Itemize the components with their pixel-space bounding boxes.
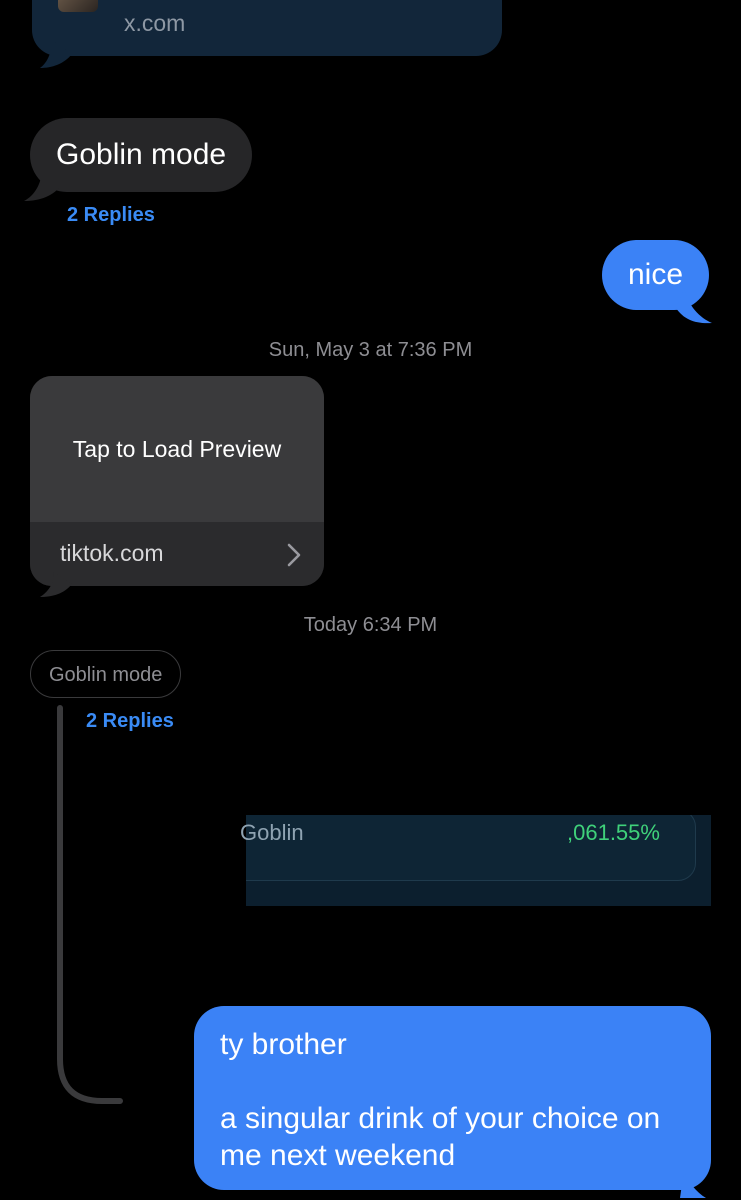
link-preview-bubble-x[interactable] (32, 0, 502, 56)
message-line: ty brother (220, 1028, 347, 1061)
bubble-tail-icon (24, 168, 62, 201)
tap-to-load-preview[interactable]: Tap to Load Preview (30, 376, 324, 522)
timestamp-day: Today (303, 614, 358, 636)
image-text-name: Goblin (240, 820, 304, 845)
chevron-right-icon (287, 543, 301, 567)
bubble-tail-icon (680, 1170, 706, 1198)
bubble-tail-icon (40, 572, 72, 597)
timestamp-at: at (375, 339, 393, 361)
link-preview-thumbnail (58, 0, 98, 12)
preview-label: Tap to Load Preview (72, 435, 282, 462)
sent-message-bubble[interactable]: ty brother a singular drink of your choi… (194, 1006, 711, 1190)
link-preview-card-tiktok[interactable]: Tap to Load Preview tiktok.com (30, 376, 324, 586)
message-line: a singular drink of your choice on me ne… (220, 1102, 661, 1172)
reply-thread-quote[interactable]: Goblin mode (30, 650, 182, 698)
bubble-tail-icon (676, 288, 712, 324)
link-domain: tiktok.com (60, 540, 164, 566)
reply-thread-line (57, 705, 123, 1104)
replies-link[interactable]: 2 Replies (67, 204, 155, 227)
timestamp-time: 7:36 PM (397, 339, 473, 361)
image-text-percent: ,061.55% (567, 820, 660, 845)
link-preview-domain: x.com (124, 10, 186, 36)
bubble-tail-icon (40, 40, 72, 68)
replies-link[interactable]: 2 Replies (86, 710, 174, 733)
timestamp-divider: Sun, May 3 at 7:36 PM (0, 339, 741, 362)
timestamp-divider: Today 6:34 PM (0, 614, 741, 637)
timestamp-day: Sun, May 3 (268, 339, 370, 361)
timestamp-time: 6:34 PM (362, 614, 438, 636)
